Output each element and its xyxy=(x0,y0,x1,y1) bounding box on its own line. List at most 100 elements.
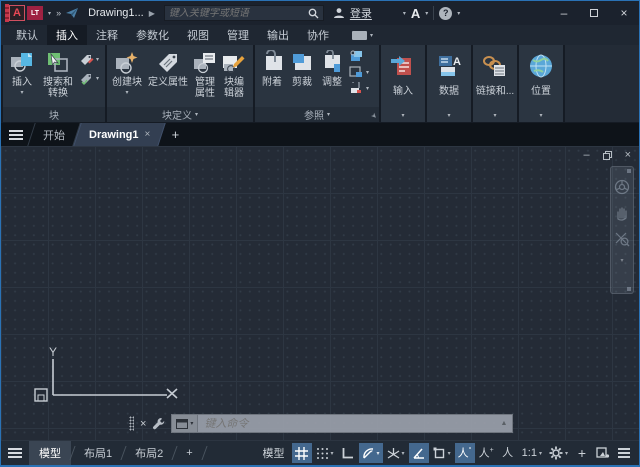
attach-button[interactable]: 附着 xyxy=(257,47,287,107)
tab-insert[interactable]: 插入 xyxy=(47,25,87,45)
workspace-switch-button[interactable]: ▾ xyxy=(546,443,571,463)
customization-menu-button[interactable] xyxy=(614,443,634,463)
add-layout-button[interactable]: + xyxy=(176,441,202,465)
edit-attribute-single-button[interactable]: ▾ xyxy=(79,53,99,66)
panel-title-reference[interactable]: 参照 ▾ ➤ xyxy=(255,107,379,122)
frame-settings-button[interactable]: ▾ xyxy=(349,66,369,78)
panel-display-icon xyxy=(352,31,367,40)
isolate-objects-button[interactable] xyxy=(593,443,613,463)
command-line-bar[interactable]: ▾ ▲ xyxy=(171,414,513,433)
annotation-autoscale-toggle[interactable]: 人+ xyxy=(476,443,497,463)
file-tab-start[interactable]: 开始 xyxy=(31,123,77,146)
panel-title-block[interactable]: 块 xyxy=(3,107,105,122)
file-tab-menu-button[interactable] xyxy=(1,123,31,146)
object-snap-toggle[interactable]: ▾ xyxy=(430,443,454,463)
search-icon[interactable] xyxy=(308,8,319,19)
search-input[interactable] xyxy=(169,8,308,19)
panel-title-block-definition[interactable]: 块定义 ▾ xyxy=(107,107,253,122)
help-search-box[interactable] xyxy=(164,5,324,21)
panel-link-collapsed[interactable]: 链接和... ▾ xyxy=(473,45,517,122)
user-avatar-icon[interactable] xyxy=(333,7,345,19)
object-snap-tracking-toggle[interactable] xyxy=(409,443,429,463)
autodesk-chevron-icon[interactable]: ▾ xyxy=(425,10,428,17)
minimize-button[interactable]: – xyxy=(549,1,579,25)
doc-restore-button[interactable] xyxy=(603,151,612,160)
tab-manage[interactable]: 管理 xyxy=(218,25,258,45)
layout-tab-model[interactable]: 模型 xyxy=(29,441,71,465)
dialog-launcher-icon[interactable]: ➤ xyxy=(369,111,379,121)
ribbon-display-toggle[interactable]: ▾ xyxy=(352,25,373,45)
new-drawing-tab-button[interactable]: + xyxy=(162,123,188,146)
drawing-canvas[interactable]: – × ▾ Y × xyxy=(1,146,639,440)
close-tab-icon[interactable]: × xyxy=(145,129,151,140)
command-line-close-icon[interactable]: × xyxy=(140,418,146,430)
tab-annotate[interactable]: 注释 xyxy=(87,25,127,45)
edit-attribute-multiple-button[interactable]: ▾ xyxy=(79,72,99,85)
define-attributes-button[interactable]: 定义属性 xyxy=(145,47,191,107)
sign-in-link[interactable]: 登录 xyxy=(350,5,372,21)
steering-wheel-icon[interactable] xyxy=(614,179,630,195)
panel-title-label: 块定义 xyxy=(162,107,192,122)
layout-menu-button[interactable] xyxy=(1,448,29,458)
clean-screen-toggle[interactable]: + xyxy=(572,443,592,463)
zoom-extents-icon[interactable] xyxy=(614,231,630,247)
chevron-down-icon: ▾ xyxy=(331,450,334,457)
command-input[interactable] xyxy=(198,418,500,430)
panel-label: 输入 xyxy=(393,82,413,97)
file-tab-drawing1[interactable]: Drawing1 × xyxy=(77,123,162,146)
tab-collaborate[interactable]: 协作 xyxy=(298,25,338,45)
command-line-grip[interactable] xyxy=(129,416,134,431)
reference-panel-small-column: ▾ ▾ xyxy=(347,47,371,107)
doc-close-button[interactable]: × xyxy=(625,149,631,161)
tab-view[interactable]: 视图 xyxy=(178,25,218,45)
tab-default[interactable]: 默认 xyxy=(7,25,47,45)
help-icon[interactable]: ? xyxy=(439,7,452,20)
maximize-button[interactable] xyxy=(579,1,609,25)
quick-access-overflow-icon[interactable]: » xyxy=(56,8,60,18)
store-chevron-icon[interactable]: ▾ xyxy=(403,10,406,17)
autodesk-a-icon[interactable]: A xyxy=(411,6,420,21)
app-menu-button[interactable]: A LT xyxy=(5,5,43,21)
panel-label: 链接和... xyxy=(476,82,514,97)
wrench-icon[interactable] xyxy=(152,417,165,430)
block-editor-button[interactable]: 块编辑器 xyxy=(219,47,249,107)
annotation-scale-value[interactable]: 1:1 ▾ xyxy=(519,443,545,463)
model-space-button[interactable]: 模型 xyxy=(260,443,288,463)
underlay-layers-button[interactable] xyxy=(349,50,369,62)
snap-mode-toggle[interactable]: ▾ xyxy=(313,443,337,463)
title-expand-icon[interactable]: ▶ xyxy=(149,9,155,18)
search-convert-button[interactable]: 搜索和转换 xyxy=(39,47,77,107)
share-paper-plane-icon[interactable] xyxy=(65,7,79,19)
tab-parametric[interactable]: 参数化 xyxy=(127,25,178,45)
insert-block-button[interactable]: 插入 ▾ xyxy=(5,47,39,107)
adjust-button[interactable]: 调整 xyxy=(317,47,347,107)
chevron-down-icon: ▾ xyxy=(190,420,193,427)
command-prompt-icon[interactable]: ▾ xyxy=(172,415,198,432)
panel-data-collapsed[interactable]: A 数据 ▾ xyxy=(427,45,471,122)
panel-location-collapsed[interactable]: 位置 ▾ xyxy=(519,45,563,122)
clip-button[interactable]: 剪裁 xyxy=(287,47,317,107)
manage-attributes-button[interactable]: 管理属性 xyxy=(191,47,219,107)
panel-import-collapsed[interactable]: 输入 ▾ xyxy=(381,45,425,122)
layout-tab-layout1[interactable]: 布局1 xyxy=(74,441,122,465)
command-history-up-icon[interactable]: ▲ xyxy=(501,420,508,427)
help-chevron-icon[interactable]: ▾ xyxy=(457,10,460,17)
annotation-visibility-toggle[interactable]: 人° xyxy=(455,443,475,463)
chevron-down-icon: ▾ xyxy=(195,111,198,118)
annotation-scale-icon[interactable]: 人 xyxy=(498,443,518,463)
create-block-button[interactable]: 创建块 ▾ xyxy=(109,47,145,107)
polar-tracking-toggle[interactable]: ▾ xyxy=(359,443,383,463)
ortho-toggle[interactable] xyxy=(338,443,358,463)
pan-hand-icon[interactable] xyxy=(614,205,630,221)
close-button[interactable]: × xyxy=(609,1,639,25)
app-menu-chevron-icon[interactable]: ▾ xyxy=(48,10,51,17)
isodraft-toggle[interactable]: ▾ xyxy=(384,443,408,463)
grid-toggle[interactable] xyxy=(292,443,312,463)
doc-minimize-button[interactable]: – xyxy=(583,149,589,161)
snap-to-underlay-button[interactable]: ▾ xyxy=(349,82,369,94)
layout-tab-layout2[interactable]: 布局2 xyxy=(125,441,173,465)
chevron-down-icon: ▾ xyxy=(96,56,99,63)
navigation-bar[interactable]: ▾ xyxy=(610,166,634,294)
tab-output[interactable]: 输出 xyxy=(258,25,298,45)
navbar-chevron-icon[interactable]: ▾ xyxy=(620,257,623,264)
